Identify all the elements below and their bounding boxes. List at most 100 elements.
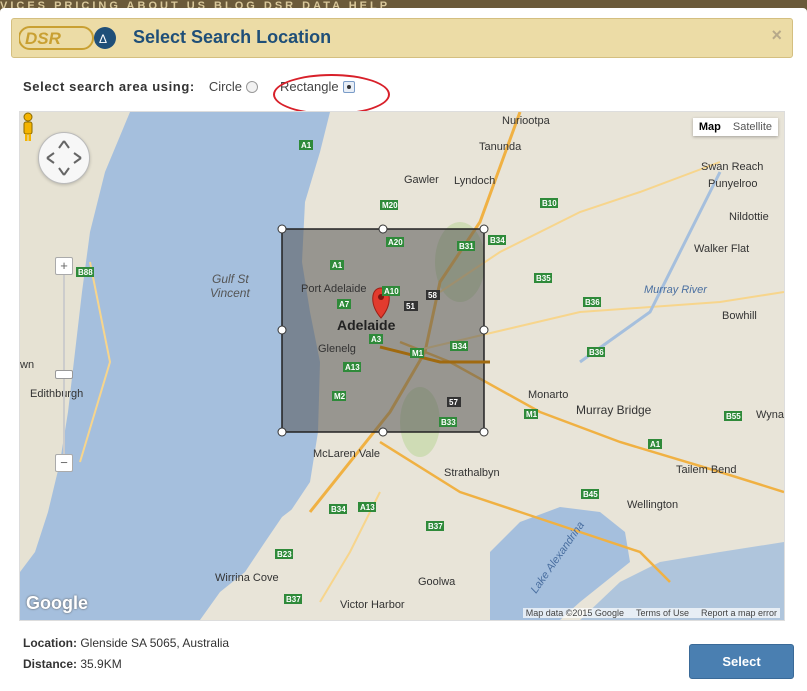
svg-text:B34: B34 — [490, 236, 505, 245]
place-label: Goolwa — [418, 576, 456, 588]
place-label: Edithburgh — [30, 388, 83, 400]
map-attribution: Map data ©2015 Google Terms of Use Repor… — [522, 608, 780, 618]
road-shield: B36 — [587, 347, 605, 357]
road-shield: M1 — [410, 348, 424, 358]
place-label: Murray River — [644, 284, 708, 296]
highlight-ellipse — [273, 74, 390, 115]
place-label: Bowhill — [722, 310, 757, 322]
svg-text:A1: A1 — [650, 440, 661, 449]
svg-text:A7: A7 — [339, 300, 350, 309]
place-label: Nuriootpa — [502, 115, 551, 127]
svg-text:M2: M2 — [334, 392, 346, 401]
road-shield: B34 — [450, 341, 468, 351]
map-canvas[interactable]: Nuriootpa Tanunda Gawler Lyndoch Swan Re… — [19, 111, 785, 621]
map-type-satellite-button[interactable]: Satellite — [726, 118, 778, 136]
road-shield: A13 — [358, 502, 376, 512]
place-label: Murray Bridge — [576, 403, 652, 417]
search-area-label: Select search area using: — [23, 79, 195, 94]
option-circle-label: Circle — [208, 79, 243, 94]
modal-header: DSR Δ Select Search Location × — [11, 18, 793, 58]
svg-text:B36: B36 — [589, 348, 604, 357]
road-shield: B10 — [540, 198, 558, 208]
road-shield: A10 — [382, 286, 400, 296]
road-shield: 51 — [404, 301, 418, 311]
svg-text:B45: B45 — [583, 490, 598, 499]
place-label: Victor Harbor — [340, 599, 405, 611]
svg-text:M1: M1 — [412, 349, 424, 358]
svg-text:A10: A10 — [384, 287, 399, 296]
svg-text:B37: B37 — [286, 595, 301, 604]
road-shield: A1 — [648, 439, 662, 449]
road-shield: 58 — [426, 290, 440, 300]
road-shield: B37 — [284, 594, 302, 604]
zoom-slider-track[interactable] — [63, 269, 65, 455]
road-shield: A3 — [369, 334, 383, 344]
svg-text:M20: M20 — [382, 201, 398, 210]
svg-text:B33: B33 — [441, 418, 456, 427]
zoom-out-button[interactable]: − — [55, 454, 73, 472]
circle-radio[interactable] — [246, 80, 259, 93]
road-shield: A13 — [343, 362, 361, 372]
select-location-modal: DSR Δ Select Search Location × Select se… — [0, 8, 807, 691]
close-icon[interactable]: × — [771, 25, 782, 46]
svg-text:B55: B55 — [726, 412, 741, 421]
road-shield: B34 — [488, 235, 506, 245]
pan-control[interactable] — [38, 132, 90, 184]
location-label: Location: — [23, 636, 77, 650]
road-shield: A20 — [386, 237, 404, 247]
road-shield: B55 — [724, 411, 742, 421]
location-value: Glenside SA 5065, Australia — [80, 636, 230, 650]
zoom-in-button[interactable]: + — [55, 257, 73, 275]
road-shield: A1 — [330, 260, 344, 270]
road-shield: A1 — [299, 140, 313, 150]
place-label: Strathalbyn — [444, 467, 500, 479]
place-label: Walker Flat — [694, 243, 749, 255]
map-type-control: Map Satellite — [692, 118, 778, 136]
svg-text:B88: B88 — [78, 268, 93, 277]
road-shield: B23 — [275, 549, 293, 559]
option-circle[interactable]: Circle — [208, 79, 259, 94]
road-shield: M1 — [524, 409, 538, 419]
place-label: Gawler — [404, 174, 439, 186]
place-label: Wyna — [756, 409, 784, 421]
zoom-slider-thumb[interactable] — [55, 370, 73, 379]
place-label: Wirrina Cove — [215, 572, 279, 584]
svg-text:B34: B34 — [452, 342, 467, 351]
road-shield: B88 — [76, 267, 94, 277]
svg-text:58: 58 — [428, 291, 437, 300]
svg-text:B31: B31 — [459, 242, 474, 251]
place-label: McLaren Vale — [313, 448, 380, 460]
place-label: Nildottie — [729, 211, 769, 223]
place-label: Tanunda — [479, 141, 522, 153]
svg-text:57: 57 — [449, 398, 458, 407]
road-shield: B45 — [581, 489, 599, 499]
place-label: Adelaide — [337, 317, 396, 333]
svg-text:A1: A1 — [301, 141, 312, 150]
place-label: Punyelroo — [708, 178, 758, 190]
svg-text:B37: B37 — [428, 522, 443, 531]
road-shield: B33 — [439, 417, 457, 427]
distance-value: 35.9KM — [80, 657, 122, 671]
road-shield: B31 — [457, 241, 475, 251]
terms-of-use-link[interactable]: Terms of Use — [636, 608, 689, 618]
place-label: Vincent — [210, 286, 250, 300]
place-label: Swan Reach — [701, 161, 763, 173]
road-shield: B35 — [534, 273, 552, 283]
report-map-error-link[interactable]: Report a map error — [701, 608, 777, 618]
svg-text:B35: B35 — [536, 274, 551, 283]
road-shield: M2 — [332, 391, 346, 401]
road-shield: M20 — [380, 200, 398, 210]
place-label: Gulf St — [212, 272, 249, 286]
road-shield: 57 — [447, 397, 461, 407]
google-logo: Google — [26, 593, 88, 613]
map-tiles[interactable]: Nuriootpa Tanunda Gawler Lyndoch Swan Re… — [20, 112, 784, 620]
pegman-icon[interactable] — [20, 112, 36, 142]
svg-text:M1: M1 — [526, 410, 538, 419]
select-button[interactable]: Select — [689, 644, 794, 679]
dsr-logo: DSR Δ — [19, 26, 116, 50]
road-shield: B37 — [426, 521, 444, 531]
place-label: Tailem Bend — [676, 464, 737, 476]
map-data-credit: Map data ©2015 Google — [525, 608, 624, 618]
place-label: Lyndoch — [454, 175, 495, 187]
map-type-map-button[interactable]: Map — [692, 118, 727, 136]
